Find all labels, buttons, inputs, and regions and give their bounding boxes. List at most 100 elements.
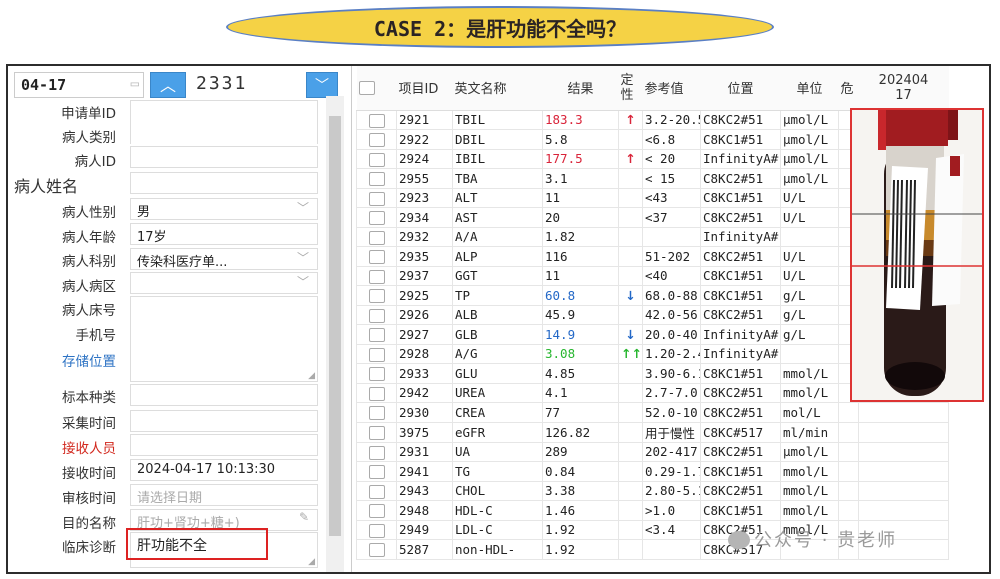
row-checkbox[interactable] (368, 133, 385, 147)
row-checkbox-cell[interactable] (356, 109, 397, 130)
receive-time-field[interactable]: 2024-04-17 10:13:30 (130, 459, 318, 481)
result-cell[interactable]: 4.85 (542, 363, 619, 384)
result-cell[interactable]: 1.82 (542, 226, 619, 247)
row-checkbox-cell[interactable] (356, 148, 397, 169)
col-critical[interactable]: 危 (838, 66, 859, 111)
row-checkbox[interactable] (368, 211, 385, 225)
row-checkbox-cell[interactable] (356, 402, 397, 423)
result-cell[interactable]: 116 (542, 246, 619, 267)
row-checkbox[interactable] (368, 543, 385, 557)
row-checkbox-cell[interactable] (356, 539, 397, 560)
row-checkbox[interactable] (368, 406, 385, 420)
resize-handle-icon[interactable]: ◢ (308, 557, 315, 567)
result-cell[interactable]: 126.82 (542, 421, 619, 443)
review-time-picker[interactable]: 请选择日期 (130, 484, 318, 506)
row-checkbox-cell[interactable] (356, 519, 397, 540)
row-checkbox-cell[interactable] (356, 480, 397, 501)
row-checkbox-cell[interactable] (356, 343, 397, 364)
row-checkbox[interactable] (368, 230, 385, 245)
row-checkbox[interactable] (368, 113, 385, 128)
row-checkbox-cell[interactable] (356, 324, 397, 345)
col-result[interactable]: 结果 (542, 66, 619, 111)
row-checkbox[interactable] (368, 289, 385, 303)
table-row[interactable]: 2941 TG 0.84 0.29-1.7 C8KC1#51 mmol/L (356, 461, 949, 482)
col-history-date[interactable]: 202404 17 (858, 66, 949, 111)
col-item-id[interactable]: 项目ID (396, 66, 453, 111)
result-cell[interactable]: 4.1 (542, 382, 619, 403)
previous-sample-button[interactable]: ︿ (150, 72, 186, 98)
row-checkbox[interactable] (368, 308, 385, 323)
row-checkbox-cell[interactable] (356, 168, 397, 189)
row-checkbox-cell[interactable] (356, 226, 397, 247)
row-checkbox[interactable] (368, 445, 385, 460)
result-cell[interactable]: 14.9 (542, 324, 619, 345)
row-checkbox[interactable] (368, 152, 385, 167)
result-cell[interactable]: 3.1 (542, 168, 619, 189)
table-row[interactable]: 2943 CHOL 3.38 2.80-5.1 C8KC2#51 mmol/L (356, 480, 949, 501)
row-checkbox-cell[interactable] (356, 207, 397, 228)
row-checkbox-cell[interactable] (356, 246, 397, 267)
result-cell[interactable]: 183.3 (542, 109, 619, 130)
row-checkbox[interactable] (368, 191, 385, 206)
date-picker[interactable]: 04-17 ▭ (14, 72, 144, 98)
row-checkbox-cell[interactable] (356, 441, 397, 462)
row-checkbox-cell[interactable] (356, 285, 397, 306)
department-select[interactable]: 传染科医疗单... ﹀ (130, 248, 318, 270)
result-cell[interactable]: 5.8 (542, 129, 619, 150)
result-cell[interactable]: 177.5 (542, 148, 619, 169)
row-checkbox[interactable] (368, 347, 385, 362)
row-checkbox-cell[interactable] (356, 421, 397, 443)
row-checkbox[interactable] (368, 484, 385, 499)
receiver-field[interactable] (130, 434, 318, 456)
left-panel-scrollbar[interactable] (326, 96, 344, 572)
row-checkbox-cell[interactable] (356, 129, 397, 150)
row-checkbox[interactable] (368, 465, 385, 479)
row-checkbox-cell[interactable] (356, 382, 397, 403)
next-sample-button[interactable]: ﹀ (306, 72, 338, 98)
ward-select[interactable]: ﹀ (130, 272, 318, 294)
table-row[interactable]: 2930 CREA 77 52.0-10 C8KC2#51 mol/L (356, 402, 949, 423)
table-row[interactable]: 2948 HDL-C 1.46 >1.0 C8KC1#51 mmol/L (356, 500, 949, 521)
result-cell[interactable]: 11 (542, 265, 619, 286)
row-checkbox-cell[interactable] (356, 187, 397, 208)
specimen-type-field[interactable] (130, 384, 318, 406)
request-id-field[interactable] (130, 100, 318, 144)
bed-phone-storage-area[interactable]: ◢ (130, 296, 318, 382)
result-cell[interactable]: 289 (542, 441, 619, 462)
result-cell[interactable]: 1.92 (542, 519, 619, 540)
row-checkbox[interactable] (368, 523, 385, 538)
row-checkbox[interactable] (368, 328, 385, 342)
col-qualitative[interactable]: 定性 (618, 66, 643, 111)
result-cell[interactable]: 0.84 (542, 461, 619, 482)
col-reference[interactable]: 参考值 (642, 66, 701, 111)
result-cell[interactable]: 3.08 (542, 343, 619, 364)
sample-number-input[interactable]: 2331 (190, 72, 302, 98)
col-unit[interactable]: 单位 (780, 66, 839, 111)
table-row[interactable]: 3975 eGFR 126.82 用于慢性 C8KC#517 ml/min (356, 421, 949, 443)
resize-handle-icon[interactable]: ◢ (308, 371, 315, 381)
gender-select[interactable]: 男 ﹀ (130, 198, 318, 220)
row-checkbox[interactable] (368, 386, 385, 401)
patient-name-field[interactable] (130, 172, 318, 194)
col-english-name[interactable]: 英文名称 (452, 66, 543, 111)
result-cell[interactable]: 11 (542, 187, 619, 208)
patient-id-field[interactable] (130, 146, 318, 168)
age-field[interactable]: 17岁 (130, 223, 318, 245)
row-checkbox-cell[interactable] (356, 265, 397, 286)
row-checkbox[interactable] (368, 250, 385, 264)
edit-pencil-icon[interactable]: ✎ (299, 510, 309, 524)
result-cell[interactable]: 1.46 (542, 500, 619, 521)
result-cell[interactable]: 20 (542, 207, 619, 228)
col-position[interactable]: 位置 (700, 66, 781, 111)
row-checkbox[interactable] (368, 367, 385, 381)
row-checkbox[interactable] (368, 269, 385, 284)
result-cell[interactable]: 3.38 (542, 480, 619, 501)
result-cell[interactable]: 60.8 (542, 285, 619, 306)
result-cell[interactable]: 45.9 (542, 304, 619, 325)
select-all-header[interactable] (356, 66, 397, 111)
row-checkbox-cell[interactable] (356, 461, 397, 482)
row-checkbox[interactable] (368, 172, 385, 186)
row-checkbox[interactable] (368, 425, 385, 440)
collect-time-field[interactable] (130, 410, 318, 432)
select-all-checkbox[interactable] (358, 80, 375, 95)
